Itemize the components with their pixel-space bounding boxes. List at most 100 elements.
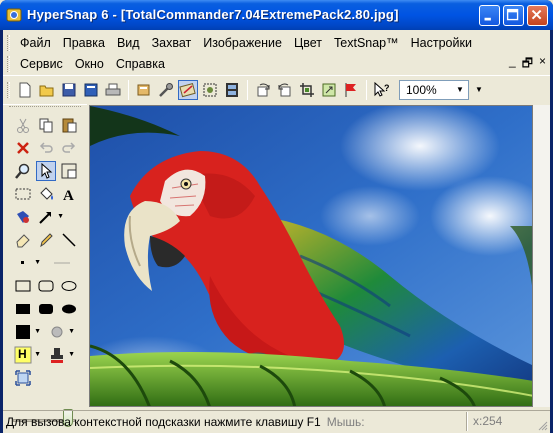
rect-select-icon [15,188,31,200]
color-gray-tool[interactable]: ▼ [47,322,75,342]
image-canvas[interactable] [89,105,533,407]
snap-active-button[interactable] [178,79,198,100]
menu-view[interactable]: Вид [111,33,146,53]
capture-settings-button[interactable] [134,80,154,100]
delete-tool[interactable] [13,138,33,158]
rect-select-tool[interactable] [13,184,33,204]
color-black-icon [16,325,30,339]
toolbar-grip[interactable] [7,81,10,98]
chevron-down-icon[interactable]: ▼ [34,351,41,358]
zoom-tool[interactable] [13,161,33,181]
new-icon [19,82,31,97]
filled-ellipse-tool[interactable] [59,299,79,319]
menu-help[interactable]: Справка [110,54,171,74]
open-button[interactable] [37,80,57,100]
menu-grip[interactable] [7,35,10,51]
close-button[interactable] [527,5,548,26]
toolbar-overflow-icon[interactable]: ▼ [475,85,483,94]
title-bar[interactable]: HyperSnap 6 - [TotalCommander7.04Extreme… [0,0,553,30]
filled-rounded-rect-icon [39,304,53,314]
film-button[interactable] [222,80,242,100]
resize-grip-icon[interactable] [536,419,548,431]
palette-grip[interactable] [9,106,81,109]
undo-tool[interactable] [36,138,56,158]
crop-button[interactable] [297,80,317,100]
save-button[interactable] [59,80,79,100]
color-black-tool[interactable]: ▼ [13,322,41,342]
tools-button[interactable] [156,80,176,100]
minimize-button[interactable] [479,5,500,26]
chevron-down-icon[interactable]: ▼ [34,328,41,335]
menu-file[interactable]: Файл [14,33,57,53]
line-width-tool[interactable] [44,253,80,273]
redo-tool[interactable] [59,138,79,158]
mdi-restore-button[interactable]: 🗗 [522,54,533,75]
copy-tool[interactable] [36,115,56,135]
rect-tool[interactable] [13,276,33,296]
rotate-right-button[interactable] [253,80,273,100]
menu-edit[interactable]: Правка [57,33,111,53]
dot-tool[interactable]: ▼ [13,253,41,273]
paste-tool[interactable] [59,115,79,135]
arrow-tool[interactable]: ▼ [36,207,64,227]
filled-rect-icon [16,304,30,314]
fit-tool[interactable] [13,368,33,388]
region-button[interactable] [200,80,220,100]
tool-palette: A ▼ ▼ ▼ ▼ H ▼ ▼ [3,104,87,427]
chevron-down-icon[interactable]: ▼ [34,259,41,266]
filled-rounded-rect-tool[interactable] [36,299,56,319]
eraser-tool[interactable] [13,230,33,250]
zoom-icon [15,163,30,179]
text-tool[interactable]: A [59,184,79,204]
menu-capture[interactable]: Захват [146,33,198,53]
pencil-tool[interactable] [36,230,56,250]
chevron-down-icon[interactable]: ▼ [68,351,75,358]
menu-window[interactable]: Окно [69,54,110,74]
mdi-close-button[interactable]: × [539,54,546,75]
new-button[interactable] [15,80,35,100]
cut-tool[interactable] [13,115,33,135]
undo-icon [39,142,53,153]
line-tool[interactable] [59,230,79,250]
menu-color[interactable]: Цвет [288,33,328,53]
ellipse-tool[interactable] [59,276,79,296]
filled-rect-tool[interactable] [13,299,33,319]
rounded-rect-tool[interactable] [36,276,56,296]
print-button[interactable] [103,80,123,100]
rotate-left-button[interactable] [275,80,295,100]
svg-text:?: ? [384,83,390,93]
hypersnap-app-icon[interactable] [6,7,22,23]
rounded-rect-icon [38,280,54,292]
stamp-red-tool[interactable]: ▼ [47,345,75,365]
menu-settings[interactable]: Настройки [405,33,478,53]
crop-icon [300,82,314,97]
select-frame-tool[interactable] [59,161,79,181]
chevron-down-icon[interactable]: ▼ [57,213,64,220]
book-button[interactable] [81,80,101,100]
menu-textsnap[interactable]: TextSnap™ [328,33,405,53]
vertical-scroll-area[interactable] [533,105,550,407]
toolbar-separator [247,79,248,100]
menu-image[interactable]: Изображение [197,33,288,53]
fill-tool[interactable] [36,184,56,204]
book-icon [84,83,98,96]
ellipse-icon [61,281,77,291]
flag-button[interactable] [341,80,361,100]
fit-icon [15,370,31,386]
chevron-down-icon[interactable]: ▼ [68,328,75,335]
stamp-tool[interactable] [13,207,33,227]
dot-icon [21,261,24,264]
pointer-tool[interactable] [36,161,56,181]
status-coordinate: x:254 [473,414,503,428]
resize-button[interactable] [319,80,339,100]
menu-grip-2[interactable] [7,56,10,72]
zoom-combo[interactable]: 100% ▼ [399,79,469,100]
save-icon [62,83,76,96]
highlight-tool[interactable]: H ▼ [13,345,41,365]
maximize-button[interactable] [503,5,524,26]
menu-tools[interactable]: Сервис [14,54,69,74]
mdi-minimize-button[interactable]: _ [509,54,516,75]
filled-ellipse-icon [62,304,76,314]
chevron-down-icon[interactable]: ▼ [452,81,468,99]
help-cursor-button[interactable]: ? [372,80,392,100]
